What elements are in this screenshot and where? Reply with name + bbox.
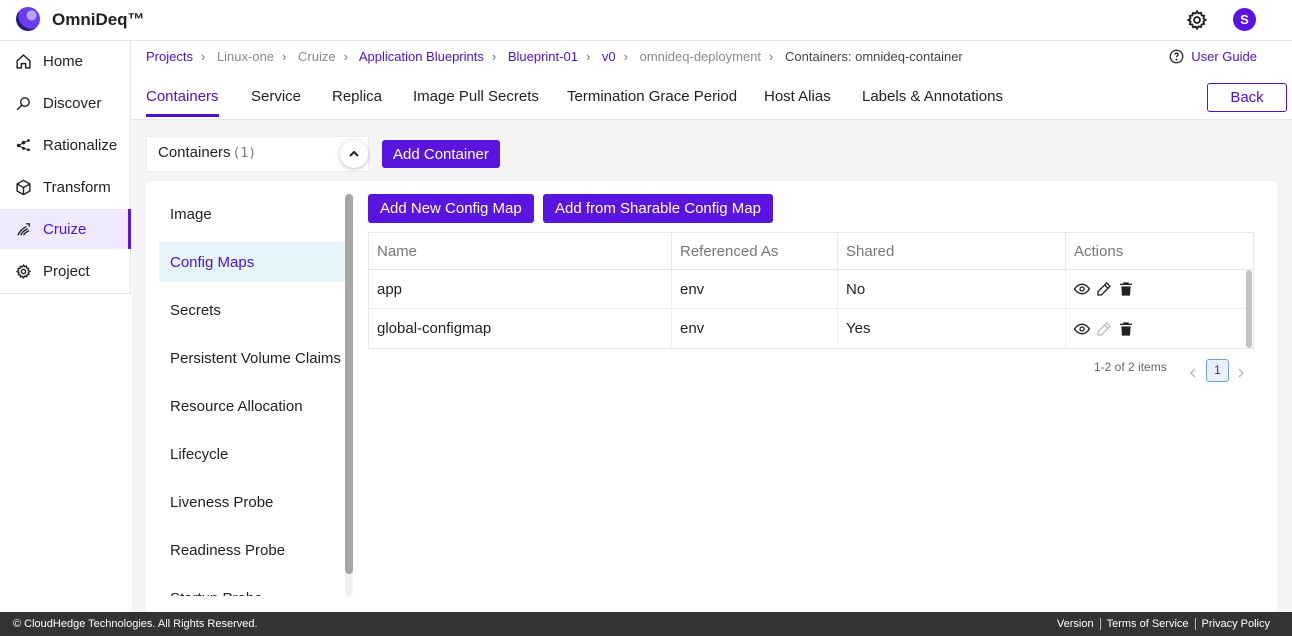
subnav-item-lifecycle[interactable]: Lifecycle	[159, 434, 345, 474]
subnav-item-image[interactable]: Image	[159, 194, 345, 234]
sidebar-item-cruize[interactable]: Cruize	[0, 209, 131, 249]
trash-icon[interactable]	[1118, 281, 1134, 297]
add-new-config-map-button[interactable]: Add New Config Map	[368, 194, 534, 223]
pagination-summary: 1-2 of 2 items	[1094, 360, 1167, 374]
table-scrollbar[interactable]	[1246, 270, 1252, 348]
subnav-item-readiness-probe[interactable]: Readiness Probe	[159, 530, 345, 570]
header-area: Projects › Linux-one › Cruize › Application…	[132, 41, 1292, 120]
settings-gear-icon[interactable]	[1186, 9, 1208, 31]
containers-count: (1)	[232, 146, 257, 161]
tab-termination-grace-period[interactable]: Termination Grace Period	[567, 88, 737, 117]
breadcrumb-cruize: Cruize	[298, 49, 336, 64]
cell-actions	[1066, 309, 1253, 348]
top-bar: OmniDeq™ S	[0, 0, 1292, 41]
sidebar: Home Discover Rationalize Transform Crui…	[0, 41, 131, 294]
chevron-up-icon	[349, 150, 359, 157]
sidebar-item-transform[interactable]: Transform	[0, 167, 131, 207]
footer-copyright: © CloudHedge Technologies. All Rights Re…	[13, 618, 258, 630]
discover-icon	[16, 96, 30, 110]
prev-page-icon[interactable]	[1188, 368, 1198, 378]
cell-actions	[1066, 270, 1253, 308]
breadcrumb-blueprint[interactable]: Blueprint-01	[508, 49, 578, 64]
app-title: OmniDeq™	[52, 10, 145, 29]
config-maps-table: Name Referenced As Shared Actions app en…	[368, 232, 1254, 349]
tab-labels-annotations[interactable]: Labels & Annotations	[862, 88, 1003, 117]
collapse-button[interactable]	[340, 140, 368, 168]
trash-icon[interactable]	[1118, 321, 1134, 337]
add-container-button[interactable]: Add Container	[382, 140, 500, 168]
tab-image-pull-secrets[interactable]: Image Pull Secrets	[413, 88, 539, 117]
footer: © CloudHedge Technologies. All Rights Re…	[0, 612, 1292, 636]
sidebar-item-home[interactable]: Home	[0, 41, 131, 81]
table-row: global-configmap env Yes	[369, 309, 1253, 348]
breadcrumb-deployment: omnideq-deployment	[639, 49, 762, 64]
rationalize-icon	[16, 138, 30, 151]
subnav-item-config-maps[interactable]: Config Maps	[159, 242, 345, 282]
sidebar-item-label: Home	[43, 52, 84, 70]
breadcrumb: Projects › Linux-one › Cruize › Application…	[146, 49, 963, 64]
gear-icon	[15, 263, 32, 279]
sidebar-item-label: Discover	[43, 94, 102, 112]
subnav-item-resource-allocation[interactable]: Resource Allocation	[159, 386, 345, 426]
sidebar-item-label: Rationalize	[43, 136, 118, 154]
cell-referenced-as: env	[672, 309, 838, 348]
breadcrumb-current: Containers: omnideq-container	[785, 49, 963, 64]
table-row: app env No	[369, 270, 1253, 309]
add-sharable-config-map-button[interactable]: Add from Sharable Config Map	[543, 194, 773, 223]
eye-icon[interactable]	[1074, 281, 1090, 297]
subnav-item-liveness-probe[interactable]: Liveness Probe	[159, 482, 345, 522]
pencil-icon[interactable]	[1096, 281, 1112, 297]
tab-containers[interactable]: Containers	[146, 88, 219, 117]
cell-name: global-configmap	[369, 309, 672, 348]
sidebar-item-rationalize[interactable]: Rationalize	[0, 125, 131, 165]
page-number-button[interactable]: 1	[1206, 359, 1229, 382]
next-page-icon[interactable]	[1236, 368, 1246, 378]
eye-icon[interactable]	[1074, 321, 1090, 337]
cell-shared: No	[838, 270, 1066, 308]
column-header-shared: Shared	[838, 233, 1066, 269]
cruize-icon	[17, 222, 30, 236]
breadcrumb-linux-one: Linux-one	[216, 49, 275, 64]
column-header-actions: Actions	[1074, 242, 1124, 260]
column-header-referenced-as: Referenced As	[672, 233, 838, 269]
tab-replica[interactable]: Replica	[332, 88, 382, 117]
cell-shared: Yes	[838, 309, 1066, 348]
sidebar-item-label: Cruize	[43, 220, 87, 238]
sidebar-item-label: Project	[43, 262, 90, 280]
tab-service[interactable]: Service	[251, 88, 301, 117]
breadcrumb-version[interactable]: v0	[602, 49, 616, 64]
back-button[interactable]: Back	[1207, 83, 1287, 112]
subnav-item-secrets[interactable]: Secrets	[159, 290, 345, 330]
user-guide-link[interactable]: User Guide	[1169, 49, 1257, 64]
home-icon	[16, 53, 31, 69]
containers-selector[interactable]: Containers (1)	[146, 136, 369, 172]
cell-name: app	[369, 270, 672, 308]
cell-referenced-as: env	[672, 270, 838, 308]
user-avatar[interactable]: S	[1233, 8, 1256, 31]
subnav-scrollbar-thumb[interactable]	[345, 194, 353, 574]
table-header: Name Referenced As Shared Actions	[369, 233, 1253, 270]
container-detail-panel: Image Config Maps Secrets Persistent Vol…	[146, 182, 1277, 612]
footer-link-version[interactable]: Version	[1051, 618, 1100, 630]
footer-link-terms[interactable]: Terms of Service	[1099, 618, 1195, 630]
containers-label: Containers	[158, 144, 231, 161]
cube-icon	[16, 179, 31, 195]
sidebar-item-project[interactable]: Project	[0, 251, 131, 291]
omnideq-logo-icon	[16, 7, 40, 31]
column-header-name: Name	[369, 233, 672, 269]
main-content: Projects › Linux-one › Cruize › Application…	[132, 41, 1292, 612]
tab-host-alias[interactable]: Host Alias	[764, 88, 831, 117]
container-subnav: Image Config Maps Secrets Persistent Vol…	[159, 182, 345, 596]
breadcrumb-projects[interactable]: Projects	[146, 49, 193, 64]
subnav-item-startup-probe[interactable]: Startup Probe	[159, 578, 345, 597]
pencil-disabled-icon	[1097, 321, 1111, 336]
help-circle-icon	[1169, 49, 1184, 64]
footer-link-privacy[interactable]: Privacy Policy	[1194, 618, 1276, 630]
sidebar-item-discover[interactable]: Discover	[0, 83, 131, 123]
footer-links: Version Terms of Service Privacy Policy	[1051, 618, 1276, 630]
breadcrumb-application-blueprints[interactable]: Application Blueprints	[359, 49, 484, 64]
user-guide-label: User Guide	[1191, 49, 1257, 64]
sidebar-item-label: Transform	[43, 178, 111, 196]
subnav-item-pvc[interactable]: Persistent Volume Claims	[159, 338, 345, 378]
